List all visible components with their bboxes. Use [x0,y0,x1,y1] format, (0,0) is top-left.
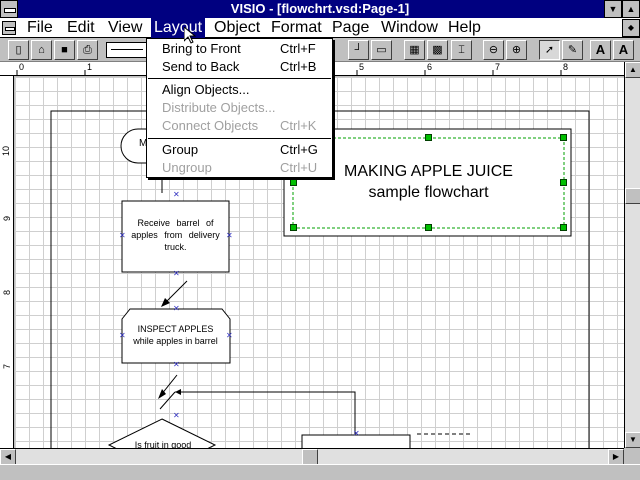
menu-item-distribute-objects: Distribute Objects... [162,98,327,117]
menu-item-align-objects[interactable]: Align Objects... [162,80,327,99]
connector-tool-icon[interactable]: ┘ [348,40,369,60]
rectangle-tool-icon[interactable]: ▭ [371,40,392,60]
selection-handle[interactable] [290,179,297,186]
align-icon[interactable]: ⌶ [451,40,472,60]
menu-item-label: Ungroup [162,160,212,175]
step-receive-barrel[interactable]: Receive barrel of apples from delivery t… [124,217,227,253]
pointer-tool-icon[interactable]: ➚ [539,40,560,60]
menu-item-ungroup: Ungroup Ctrl+U [162,158,327,177]
title-block-subheading: sample flowchart [368,184,489,201]
new-icon[interactable]: ▯ [8,40,29,60]
menu-item-send-to-back[interactable]: Send to Back Ctrl+B [162,57,327,76]
selection-handle[interactable] [560,179,567,186]
menu-separator [148,78,331,79]
menu-separator [148,138,331,139]
connection-point: ✕ [173,411,180,420]
ruler-label: 7 [495,62,501,72]
menu-item-group[interactable]: Group Ctrl+G [162,140,327,159]
menu-item-label: Bring to Front [162,41,241,56]
connection-point: ✕ [173,360,180,369]
menu-item-shortcut: Ctrl+G [280,142,318,157]
menu-item-label: Connect Objects [162,118,259,133]
connection-point: ✕ [173,304,180,313]
vertical-scroll-thumb[interactable] [625,188,640,204]
menu-item-shortcut: Ctrl+B [280,59,317,74]
menu-item-connect-objects: Connect Objects Ctrl+K [162,116,327,135]
ruler-label: 6 [427,62,433,72]
step-inspect-apples[interactable]: INSPECT APPLES while apples in barrel [124,323,227,347]
selection-handle[interactable] [425,134,432,141]
menu-help[interactable]: Help [445,18,484,38]
menu-page[interactable]: Page [329,18,372,38]
scroll-up-icon[interactable]: ▲ [625,62,640,78]
print-icon[interactable]: ⎙ [77,40,98,60]
menu-window[interactable]: Window [378,18,441,38]
title-block[interactable]: MAKING APPLE JUICE sample flowchart [294,161,563,203]
vertical-scrollbar[interactable]: ▲ ▼ [624,62,640,448]
menu-format[interactable]: Format [268,18,325,38]
scroll-down-icon[interactable]: ▼ [625,432,640,448]
ruler-label: 8 [2,290,12,296]
menu-item-shortcut: Ctrl+F [280,41,316,56]
vertical-ruler: 10 9 8 7 [0,76,14,448]
connection-point: ✕ [173,190,180,199]
selection-handle[interactable] [425,224,432,231]
system-menu-icon[interactable] [0,0,18,18]
ruler-label: 8 [563,62,569,72]
ruler-label: 9 [2,216,12,222]
window-title-bar: VISIO - [flowchrt.vsd:Page-1] [0,0,640,18]
window-title: VISIO - [flowchrt.vsd:Page-1] [230,1,410,16]
menu-item-label: Group [162,142,199,157]
menu-layout[interactable]: Layout [151,18,206,38]
minimize-button[interactable]: ▼ [604,0,622,18]
ruler-label: 10 [1,146,11,157]
zoom-out-icon[interactable]: ⊖ [483,40,504,60]
selection-handle[interactable] [560,134,567,141]
scroll-left-icon[interactable]: ◀ [0,449,16,465]
document-control-icon[interactable] [2,21,16,35]
text-tool-icon[interactable]: A [590,40,611,60]
ungroup-icon[interactable]: ▩ [427,40,448,60]
menu-item-shortcut: Ctrl+K [280,118,317,133]
menu-file[interactable]: File [24,18,56,38]
ruler-label: 7 [2,364,12,370]
decision-label: Is fruit in good [134,440,192,448]
layout-menu: Bring to Front Ctrl+F Send to Back Ctrl+… [146,38,333,178]
scroll-corner [624,448,640,464]
ruler-label: 5 [359,62,365,72]
pencil-tool-icon[interactable]: ✎ [562,40,583,60]
group-icon[interactable]: ▦ [404,40,425,60]
step-inspect-title: INSPECT APPLES [137,324,214,334]
step-inspect-sub: while apples in barrel [133,336,218,346]
menu-item-label: Align Objects... [162,82,250,97]
status-bar [0,464,640,480]
restore-document-button[interactable]: ◆ [622,19,640,37]
ruler-label: 0 [19,62,25,72]
save-icon[interactable]: ■ [54,40,75,60]
open-icon[interactable]: ⌂ [31,40,52,60]
horizontal-scrollbar[interactable]: ◀ ▶ [0,448,624,465]
title-block-heading: MAKING APPLE JUICE [344,163,513,180]
mouse-cursor-icon [184,27,196,44]
connection-point: ✕ [226,231,233,240]
ruler-label: 1 [87,62,93,72]
menu-view[interactable]: View [105,18,145,38]
scroll-right-icon[interactable]: ▶ [608,449,624,465]
selection-handle[interactable] [560,224,567,231]
connection-point: ✕ [226,331,233,340]
menu-object[interactable]: Object [211,18,263,38]
connection-point: ✕ [173,269,180,278]
line-style-sample[interactable] [106,42,148,58]
selection-handle[interactable] [290,224,297,231]
maximize-button[interactable]: ▲ [622,0,640,18]
zoom-in-icon[interactable]: ⊕ [506,40,527,60]
menu-item-shortcut: Ctrl+U [280,160,318,175]
horizontal-scroll-thumb[interactable] [302,449,318,465]
menu-item-label: Distribute Objects... [162,100,276,115]
menu-edit[interactable]: Edit [64,18,98,38]
menu-item-label: Send to Back [162,59,240,74]
text-block-tool-icon[interactable]: A [613,40,634,60]
connection-point: ✕ [353,429,360,438]
